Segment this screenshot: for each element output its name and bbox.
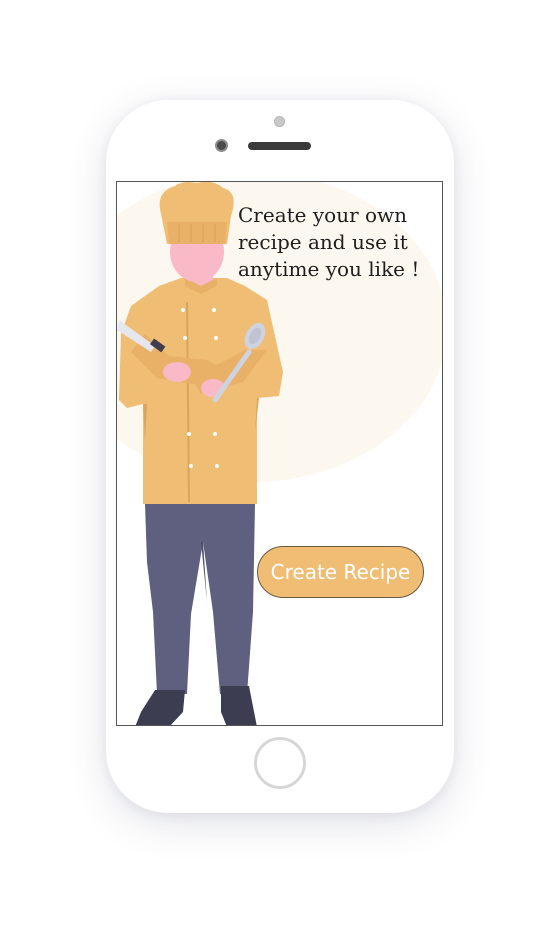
proximity-sensor	[274, 116, 285, 127]
home-button[interactable]	[254, 737, 306, 789]
headline-text: Create your own recipe and use it anytim…	[238, 203, 420, 281]
chef-shoes	[135, 686, 257, 725]
chef-pants	[145, 504, 255, 694]
app-screen: Create your own recipe and use it anytim…	[116, 181, 443, 726]
chef-hat-icon	[159, 182, 234, 244]
front-camera-icon	[215, 139, 228, 152]
create-recipe-button[interactable]: Create Recipe	[257, 546, 424, 598]
earpiece-speaker	[248, 142, 311, 150]
